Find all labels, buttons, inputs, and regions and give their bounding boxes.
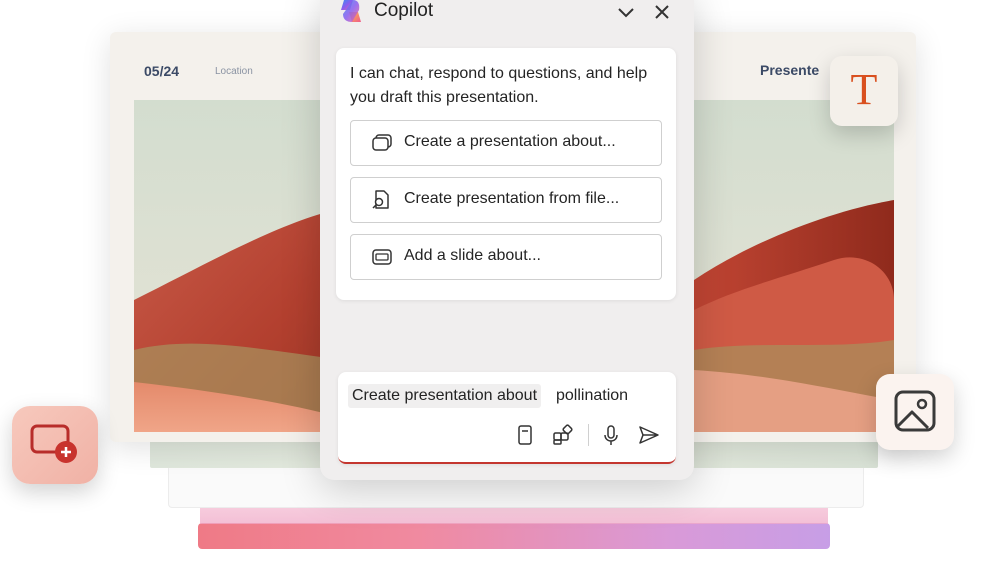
image-insert-tile <box>876 374 954 450</box>
chat-input-value: pollination <box>556 387 629 404</box>
suggestion-label: Add a slide about... <box>404 247 541 264</box>
decorative-base-bar <box>198 523 830 549</box>
suggestion-from-file-button[interactable]: Create presentation from file... <box>350 177 662 223</box>
suggestion-create-presentation-button[interactable]: Create a presentation about... <box>350 120 662 166</box>
copilot-message-card: I can chat, respond to questions, and he… <box>336 48 676 300</box>
add-slide-tile <box>12 406 98 484</box>
notebook-icon <box>518 425 532 445</box>
microphone-icon <box>604 425 618 445</box>
prompt-chip[interactable]: Create presentation about <box>348 384 542 408</box>
apps-icon <box>553 424 573 445</box>
send-button[interactable] <box>638 424 660 446</box>
presentation-icon <box>372 134 392 151</box>
slide-location: Location <box>215 66 253 77</box>
copilot-panel: Copilot I can chat, respond to questions… <box>320 0 694 480</box>
close-button[interactable] <box>652 2 672 22</box>
text-insert-tile: T <box>830 56 898 126</box>
microphone-button[interactable] <box>600 424 622 446</box>
slide-brand-text: Presente <box>760 62 820 78</box>
suggestion-label: Create a presentation about... <box>404 133 616 150</box>
chat-input[interactable]: Create presentation about pollination <box>338 372 676 464</box>
collapse-button[interactable] <box>616 2 636 22</box>
toolbar-divider <box>588 424 589 446</box>
copilot-logo-icon <box>341 0 361 22</box>
text-t-icon: T <box>850 65 878 114</box>
copilot-header: Copilot <box>320 0 694 46</box>
suggestion-add-slide-button[interactable]: Add a slide about... <box>350 234 662 280</box>
suggestion-label: Create presentation from file... <box>404 190 620 207</box>
slide-date: 05/24 <box>144 63 180 79</box>
send-icon <box>639 426 659 444</box>
notebook-button[interactable] <box>514 424 536 446</box>
file-search-icon <box>372 190 389 209</box>
copilot-title: Copilot <box>374 0 434 21</box>
image-icon <box>894 390 936 432</box>
slide-icon <box>372 249 392 265</box>
apps-button[interactable] <box>552 424 574 446</box>
add-slide-icon <box>30 424 77 463</box>
chevron-down-icon <box>618 8 634 18</box>
copilot-message-text: I can chat, respond to questions, and he… <box>350 65 648 106</box>
close-icon <box>655 5 669 19</box>
